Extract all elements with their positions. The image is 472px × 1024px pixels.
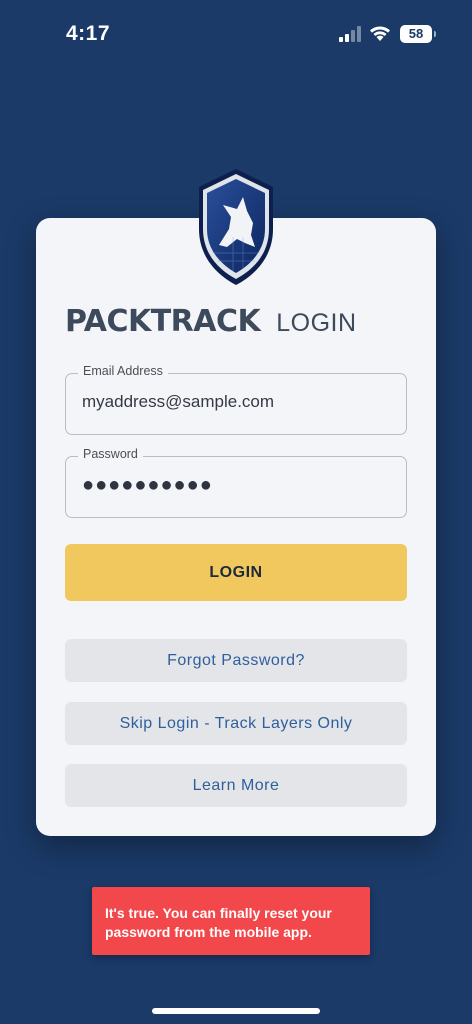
password-field-label: Password [78, 447, 143, 461]
wifi-icon [370, 26, 390, 41]
brand-login-title: LOGIN [276, 309, 357, 337]
login-button[interactable]: LOGIN [65, 544, 407, 601]
home-indicator[interactable] [152, 1008, 320, 1014]
password-field[interactable]: Password ●●●●●●●●●● [65, 447, 407, 518]
brand-name: PACKTRACK [65, 304, 261, 339]
email-field-label: Email Address [78, 364, 168, 378]
shield-wolf-logo-icon [199, 169, 273, 285]
toast-line-2: password from the mobile app. [105, 924, 312, 940]
toast-line-1: It's true. You can finally reset your [105, 905, 332, 921]
email-field-value[interactable]: myaddress@sample.com [82, 392, 274, 412]
status-bar: 4:17 58 [0, 0, 472, 60]
signal-icon [339, 26, 361, 42]
status-time: 4:17 [66, 22, 111, 45]
learn-more-button[interactable]: Learn More [65, 764, 407, 807]
email-field[interactable]: Email Address myaddress@sample.com [65, 364, 407, 435]
forgot-password-button[interactable]: Forgot Password? [65, 639, 407, 682]
battery-icon: 58 [400, 25, 436, 43]
skip-login-button[interactable]: Skip Login - Track Layers Only [65, 702, 407, 745]
password-field-value[interactable]: ●●●●●●●●●● [82, 474, 213, 497]
brand-header: PACKTRACK LOGIN [65, 304, 409, 340]
toast-notification[interactable]: It's true. You can finally reset your pa… [92, 887, 370, 955]
